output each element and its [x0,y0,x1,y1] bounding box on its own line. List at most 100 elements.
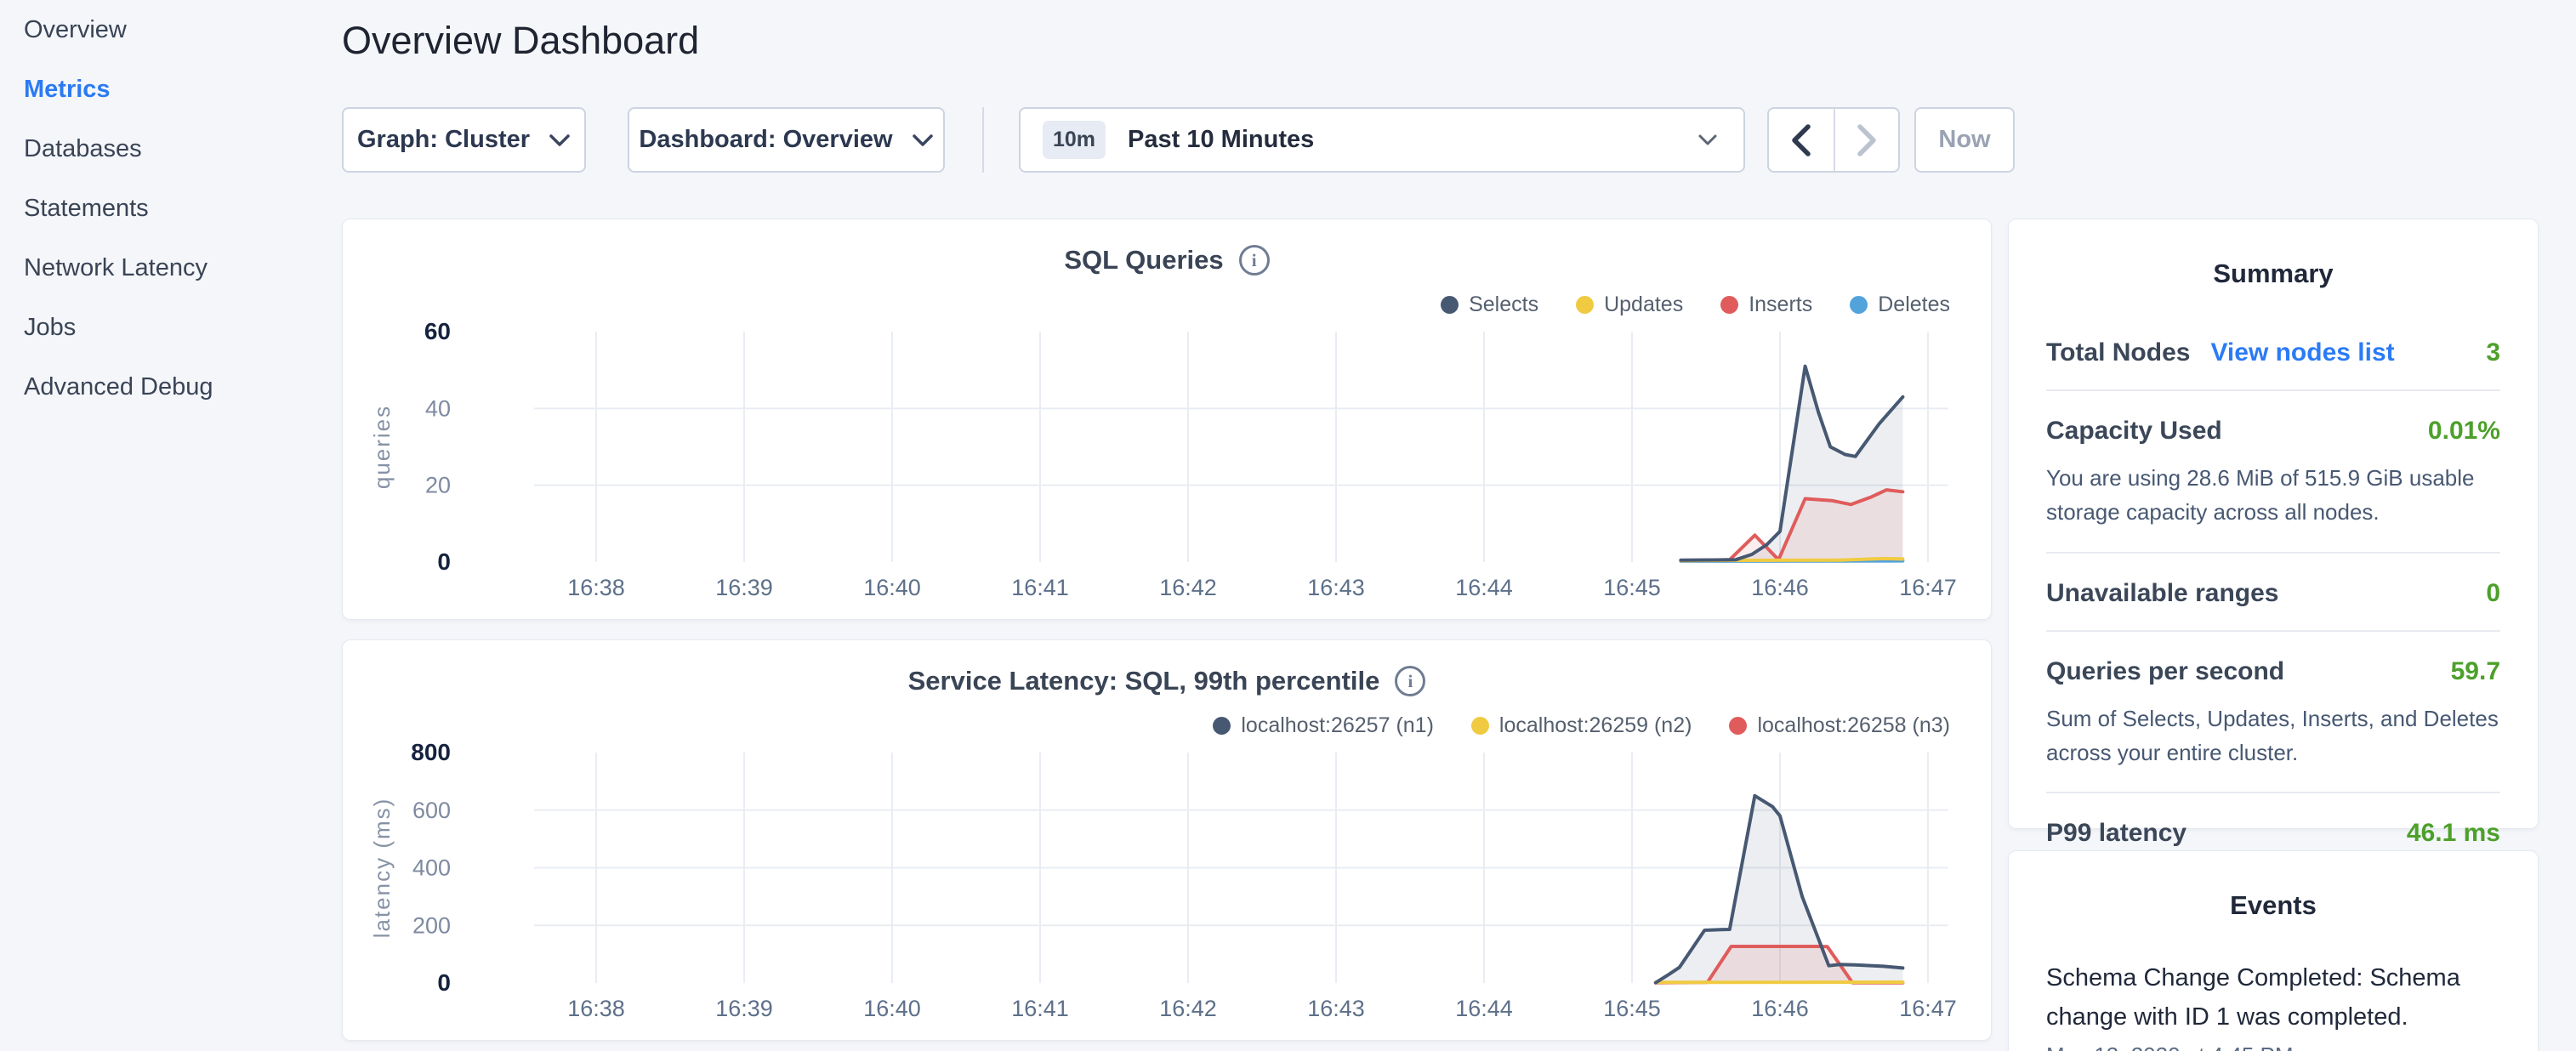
x-tick-label: 16:39 [715,996,773,1021]
unavailable-ranges-value: 0 [2486,579,2500,608]
x-tick-label: 16:41 [1011,575,1069,600]
p99-latency-row: P99 latency 46.1 ms [2046,819,2500,848]
events-heading: Events [2009,851,2538,921]
x-tick-label: 16:43 [1307,575,1365,600]
graph-scope-label: Graph: Cluster [357,126,530,154]
step-forward-button[interactable] [1834,109,1898,171]
legend-dot-icon [1441,296,1459,314]
total-nodes-label: Total Nodes [2046,338,2190,367]
divider [2046,389,2500,391]
total-nodes-value: 3 [2486,338,2500,367]
time-range-dropdown[interactable]: 10m Past 10 Minutes [1019,107,1745,173]
now-button[interactable]: Now [1914,107,2015,173]
view-nodes-list-link[interactable]: View nodes list [2210,338,2394,367]
x-tick-label: 16:42 [1159,575,1217,600]
x-tick-label: 16:46 [1751,575,1809,600]
chart-title: SQL Queries [1064,245,1223,276]
divider [2046,792,2500,793]
sql-queries-card: SQL Queries SelectsUpdatesInsertsDeletes… [342,219,1992,620]
time-step-button-group [1767,107,1900,173]
sidebar-item-network-latency[interactable]: Network Latency [0,238,342,298]
x-tick-label: 16:38 [567,575,625,600]
x-tick-label: 16:46 [1751,996,1809,1021]
qps-description: Sum of Selects, Updates, Inserts, and De… [2046,702,2500,770]
summary-heading: Summary [2009,219,2538,289]
x-tick-label: 16:44 [1455,575,1513,600]
legend-dot-icon [1720,296,1738,314]
legend-dot-icon [1213,717,1231,735]
dashboard-dropdown-label: Dashboard: Overview [639,126,892,154]
y-tick-label: 20 [425,473,451,498]
divider [2046,552,2500,554]
time-range-label: Past 10 Minutes [1128,126,1314,154]
unavailable-ranges-label: Unavailable ranges [2046,579,2278,608]
x-tick-label: 16:47 [1899,575,1957,600]
now-button-label: Now [1938,126,1990,154]
qps-value: 59.7 [2451,657,2500,686]
y-tick-label: 400 [412,855,451,881]
toolbar: Graph: Cluster Dashboard: Overview 10m P… [342,107,2383,173]
events-panel: Events Schema Change Completed: Schema c… [2008,850,2539,1051]
chevron-left-icon [1790,123,1812,157]
y-axis-unit-label: queries [369,405,395,489]
capacity-row: Capacity Used 0.01% [2046,417,2500,446]
x-tick-label: 16:40 [863,575,921,600]
info-icon[interactable] [1239,245,1270,276]
x-tick-label: 16:38 [567,996,625,1021]
legend-dot-icon [1729,717,1747,735]
x-tick-label: 16:45 [1603,996,1661,1021]
qps-row: Queries per second 59.7 [2046,657,2500,686]
capacity-description: You are using 28.6 MiB of 515.9 GiB usab… [2046,461,2500,530]
total-nodes-row: Total Nodes View nodes list 3 [2046,338,2500,367]
x-tick-label: 16:42 [1159,996,1217,1021]
unavailable-ranges-row: Unavailable ranges 0 [2046,579,2500,608]
service-latency-chart[interactable]: 16:38 16:39 16:40 16:41 16:42 16:43 16:44 16:45… [343,734,1993,1031]
x-tick-label: 16:44 [1455,996,1513,1021]
x-tick-label: 16:39 [715,575,773,600]
capacity-value: 0.01% [2428,417,2500,446]
capacity-label: Capacity Used [2046,417,2222,446]
chart-title: Service Latency: SQL, 99th percentile [908,666,1380,696]
service-latency-card: Service Latency: SQL, 99th percentile lo… [342,639,1992,1041]
sidebar-item-databases[interactable]: Databases [0,119,342,179]
chevron-down-icon [912,134,934,147]
dashboard-dropdown[interactable]: Dashboard: Overview [628,107,945,173]
p99-latency-value: 46.1 ms [2407,819,2500,848]
y-tick-label: 800 [411,739,451,765]
x-tick-label: 16:41 [1011,996,1069,1021]
info-icon[interactable] [1395,666,1425,696]
y-tick-label: 600 [412,798,451,823]
sidebar: Overview Metrics Databases Statements Ne… [0,0,342,417]
event-message[interactable]: Schema Change Completed: Schema change w… [2046,958,2500,1037]
x-tick-label: 16:43 [1307,996,1365,1021]
y-tick-label: 200 [412,912,451,938]
chevron-right-icon [1856,123,1878,157]
graph-scope-dropdown[interactable]: Graph: Cluster [342,107,586,173]
legend-dot-icon [1576,296,1594,314]
sidebar-item-statements[interactable]: Statements [0,179,342,238]
p99-latency-label: P99 latency [2046,819,2186,848]
sidebar-item-advanced-debug[interactable]: Advanced Debug [0,357,342,417]
legend-dot-icon [1850,296,1868,314]
x-tick-label: 16:40 [863,996,921,1021]
qps-label: Queries per second [2046,657,2284,686]
chevron-down-icon [549,134,571,147]
y-tick-label: 0 [437,548,451,575]
y-tick-label: 0 [437,969,451,996]
y-tick-label: 40 [425,395,451,421]
divider [2046,630,2500,632]
event-timestamp: May 13, 2020 at 4:45 PM [2046,1042,2500,1051]
chevron-down-icon [1697,134,1718,146]
y-axis-unit-label: latency (ms) [369,798,395,939]
sql-queries-chart[interactable]: 16:38 16:39 16:40 16:41 16:42 16:43 16:44 16:45… [343,313,1993,611]
x-tick-label: 16:45 [1603,575,1661,600]
time-range-badge: 10m [1043,121,1106,159]
sidebar-item-metrics[interactable]: Metrics [0,60,342,119]
admin-ui-page: Overview Metrics Databases Statements Ne… [0,0,2576,1051]
step-back-button[interactable] [1769,109,1834,171]
legend-dot-icon [1471,717,1489,735]
sidebar-item-jobs[interactable]: Jobs [0,298,342,357]
sidebar-item-overview[interactable]: Overview [0,0,342,60]
toolbar-divider [982,107,984,173]
summary-panel: Summary Total Nodes View nodes list 3 Ca… [2008,219,2539,829]
